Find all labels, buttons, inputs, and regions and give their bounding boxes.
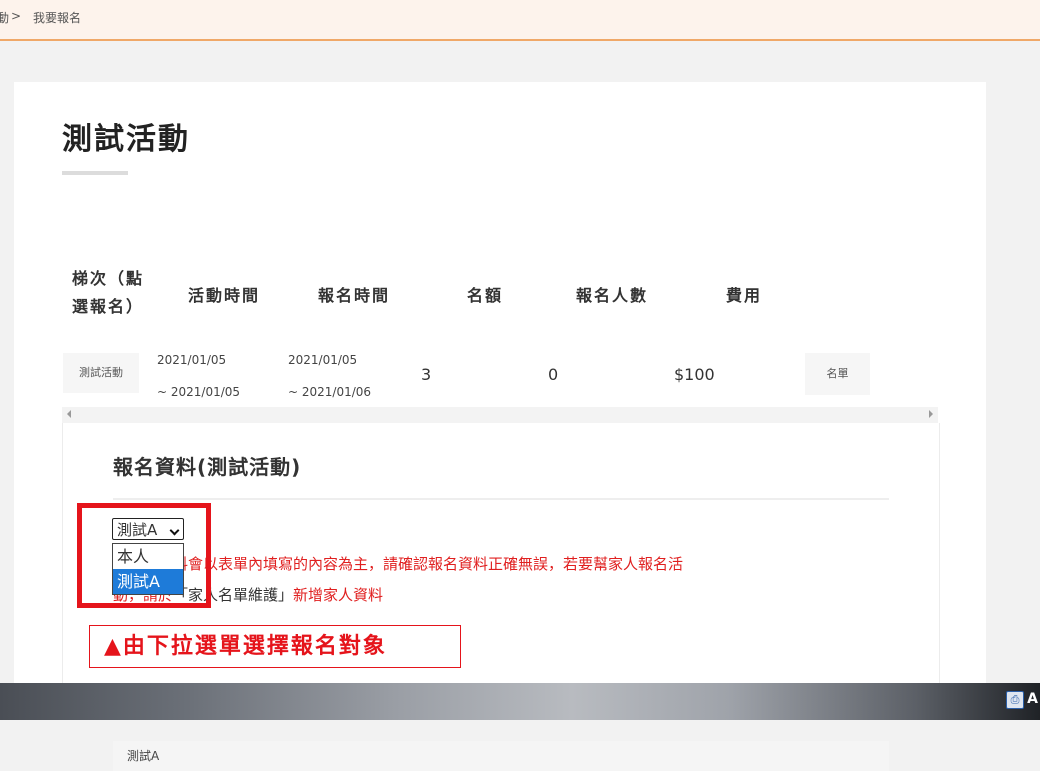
breadcrumb-current: 我要報名 <box>33 11 82 25</box>
taskbar-label: A <box>1027 691 1038 707</box>
session-button[interactable]: 測試活動 <box>63 353 139 393</box>
divider <box>113 498 889 500</box>
attendee-section-header: 測試A <box>113 741 889 771</box>
breadcrumb-separator: > <box>11 9 22 23</box>
highlight-box <box>77 503 211 608</box>
scroll-right-icon[interactable] <box>929 410 933 418</box>
annotation-caption: ▲由下拉選單選擇報名對象 <box>89 625 461 668</box>
activity-end: ~ 2021/01/05 <box>157 385 241 399</box>
notice-line2-suffix: 新增家人資料 <box>293 586 384 604</box>
header-session: 梯次（點選報名） <box>71 269 144 316</box>
signup-end: ~ 2021/01/06 <box>288 385 372 399</box>
header-fee: 費用 <box>725 286 762 305</box>
app-icon[interactable]: ⎙ <box>1006 691 1024 709</box>
enrolled-value: 0 <box>548 365 559 384</box>
activity-start: 2021/01/05 <box>157 353 227 367</box>
header-signup-time: 報名時間 <box>317 286 390 305</box>
header-enrolled: 報名人數 <box>575 286 648 305</box>
horizontal-scrollbar[interactable] <box>62 407 938 423</box>
list-button[interactable]: 名單 <box>805 353 870 395</box>
breadcrumb-bar: 動 > 我要報名 <box>0 0 1040 41</box>
header-activity-time: 活動時間 <box>187 286 260 305</box>
header-quota: 名額 <box>466 286 503 305</box>
fee-value: $100 <box>674 365 715 384</box>
scroll-left-icon[interactable] <box>67 410 71 418</box>
form-title: 報名資料(測試活動) <box>113 455 302 479</box>
event-card: 測試活動 梯次（點選報名） 活動時間 報名時間 名額 報名人數 費用 測試活動 … <box>14 82 986 771</box>
title-underline <box>62 171 128 175</box>
breadcrumb-parent[interactable]: 動 <box>0 9 9 26</box>
signup-start: 2021/01/05 <box>288 353 358 367</box>
taskbar: ⎙ A <box>0 683 1040 720</box>
quota-value: 3 <box>421 365 432 384</box>
page-title: 測試活動 <box>62 122 190 157</box>
